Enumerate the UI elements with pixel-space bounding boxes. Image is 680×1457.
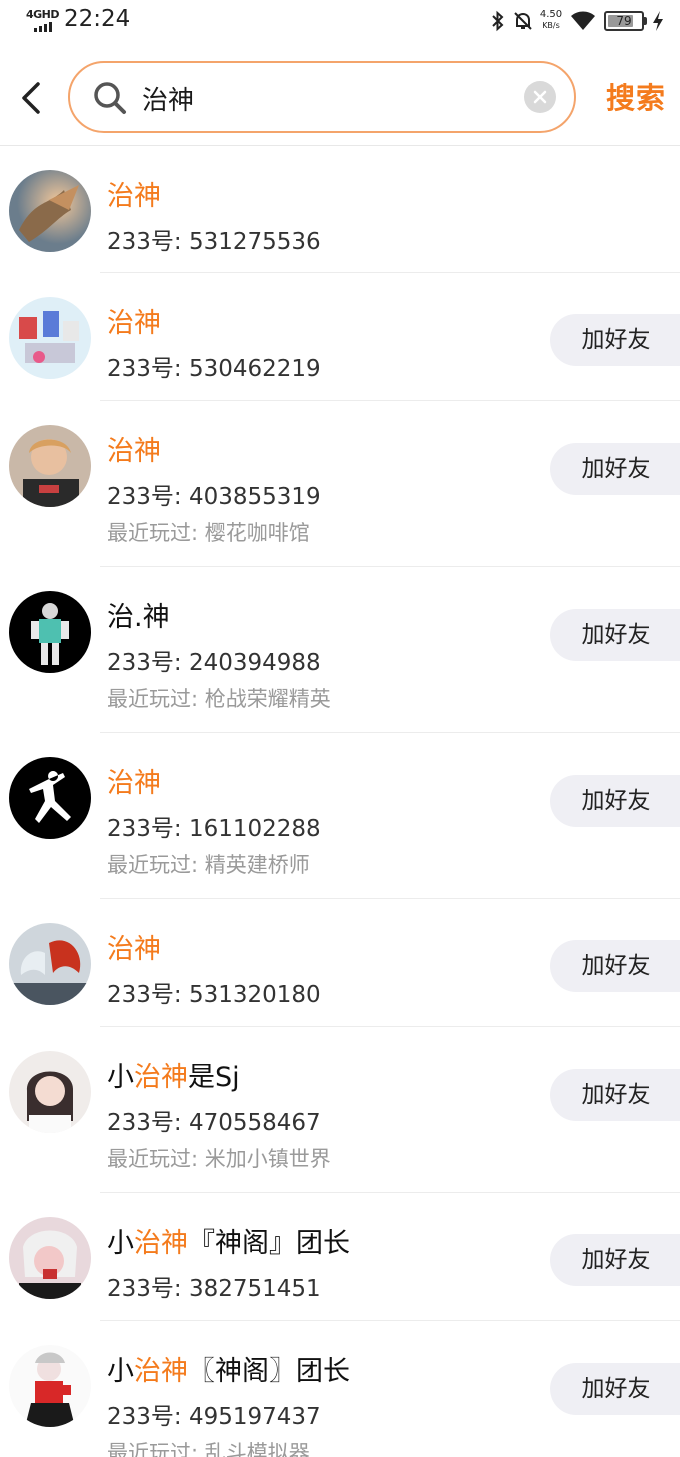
cellular-signal-icon: 4GHD (26, 8, 60, 34)
recently-played: 最近玩过: 枪战荣耀精英 (107, 687, 331, 711)
user-nickname: 治神 (107, 761, 161, 800)
nickname-match-highlight: 治神 (134, 1356, 188, 1387)
nickname-text: 治.神 (107, 602, 170, 633)
add-friend-button[interactable]: 加好友 (550, 314, 680, 366)
bluetooth-icon (492, 10, 504, 32)
user-nickname: 小治神〖神阁〗团长 (107, 1349, 350, 1388)
user-id: 233号: 531320180 (107, 982, 321, 1008)
pink-portrait-avatar[interactable] (9, 1217, 91, 1299)
nickname-text: 〖神阁〗团长 (188, 1356, 350, 1387)
nickname-text: 小 (107, 1228, 134, 1259)
nickname-match-highlight: 治神 (107, 436, 161, 467)
add-friend-button[interactable]: 加好友 (550, 1234, 680, 1286)
user-id: 233号: 382751451 (107, 1276, 321, 1302)
user-result-row[interactable]: 治神 233号: 161102288 最近玩过: 精英建桥师 加好友 (0, 733, 680, 899)
network-type: 4GHD (26, 8, 60, 21)
anime-avatar[interactable] (9, 1345, 91, 1427)
user-id: 233号: 495197437 (107, 1404, 321, 1430)
network-speed: 4.50 KB/s (539, 9, 563, 30)
recently-played: 最近玩过: 樱花咖啡馆 (107, 521, 310, 545)
recently-played: 最近玩过: 精英建桥师 (107, 853, 310, 877)
add-friend-button[interactable]: 加好友 (550, 940, 680, 992)
add-friend-button[interactable]: 加好友 (550, 443, 680, 495)
nickname-match-highlight: 治神 (134, 1062, 188, 1093)
nickname-text: 是Sj (188, 1062, 240, 1093)
boy-portrait-avatar[interactable] (9, 425, 91, 507)
nickname-match-highlight: 治神 (107, 934, 161, 965)
search-icon (94, 82, 126, 114)
user-nickname: 治.神 (107, 595, 170, 634)
close-icon (533, 90, 547, 104)
nickname-text: 小 (107, 1356, 134, 1387)
user-result-row[interactable]: 小治神是Sj 233号: 470558467 最近玩过: 米加小镇世界 加好友 (0, 1027, 680, 1193)
game-scene-avatar[interactable] (9, 297, 91, 379)
user-id: 233号: 530462219 (107, 356, 321, 382)
user-nickname: 治神 (107, 301, 161, 340)
clear-search-button[interactable] (524, 81, 556, 113)
user-nickname: 治神 (107, 429, 161, 468)
user-id: 233号: 470558467 (107, 1110, 321, 1136)
nickname-match-highlight: 治神 (107, 768, 161, 799)
phoenix-avatar[interactable] (9, 923, 91, 1005)
search-input[interactable] (142, 73, 512, 123)
user-result-row[interactable]: 治神 233号: 531320180 加好友 (0, 899, 680, 1027)
add-friend-button[interactable]: 加好友 (550, 1363, 680, 1415)
nickname-match-highlight: 治神 (134, 1228, 188, 1259)
user-result-row[interactable]: 小治神『神阁』团长 233号: 382751451 加好友 (0, 1193, 680, 1321)
wifi-icon (571, 11, 595, 30)
battery-icon: 79 (604, 11, 644, 31)
battery-level: 79 (616, 14, 632, 28)
search-header: 搜索 (0, 44, 680, 146)
dragon-avatar[interactable] (9, 170, 91, 252)
nickname-text: 『神阁』团长 (188, 1228, 350, 1259)
add-friend-button[interactable]: 加好友 (550, 1069, 680, 1121)
clock: 22:24 (64, 6, 131, 32)
bell-off-icon (514, 12, 532, 30)
nickname-match-highlight: 治神 (107, 181, 161, 212)
nickname-match-highlight: 治神 (107, 308, 161, 339)
user-result-row[interactable]: 治神 233号: 531275536 (0, 146, 680, 273)
back-arrow-icon[interactable] (16, 78, 46, 118)
search-box[interactable] (68, 61, 576, 133)
user-id: 233号: 403855319 (107, 484, 321, 510)
user-nickname: 小治神『神阁』团长 (107, 1221, 350, 1260)
nickname-text: 小 (107, 1062, 134, 1093)
add-friend-button[interactable]: 加好友 (550, 775, 680, 827)
user-id: 233号: 531275536 (107, 229, 321, 255)
character-avatar[interactable] (9, 591, 91, 673)
user-nickname: 治神 (107, 174, 161, 213)
search-results-list: 治神 233号: 531275536 治神 233号: 530462219 加好友 治神 2… (0, 146, 680, 1457)
user-nickname: 治神 (107, 927, 161, 966)
jumpman-avatar[interactable] (9, 757, 91, 839)
user-id: 233号: 161102288 (107, 816, 321, 842)
girl-portrait-avatar[interactable] (9, 1051, 91, 1133)
recently-played: 最近玩过: 乱斗模拟器 (107, 1441, 310, 1457)
user-result-row[interactable]: 治神 233号: 530462219 加好友 (0, 273, 680, 401)
recently-played: 最近玩过: 米加小镇世界 (107, 1147, 331, 1171)
charging-icon (653, 11, 663, 31)
user-nickname: 小治神是Sj (107, 1055, 240, 1094)
search-button[interactable]: 搜索 (606, 75, 666, 117)
user-result-row[interactable]: 治神 233号: 403855319 最近玩过: 樱花咖啡馆 加好友 (0, 401, 680, 567)
user-id: 233号: 240394988 (107, 650, 321, 676)
user-result-row[interactable]: 小治神〖神阁〗团长 233号: 495197437 最近玩过: 乱斗模拟器 加好友 (0, 1321, 680, 1457)
user-result-row[interactable]: 治.神 233号: 240394988 最近玩过: 枪战荣耀精英 加好友 (0, 567, 680, 733)
status-bar: 4GHD 22:24 4.50 KB/s 79 (0, 0, 680, 44)
add-friend-button[interactable]: 加好友 (550, 609, 680, 661)
